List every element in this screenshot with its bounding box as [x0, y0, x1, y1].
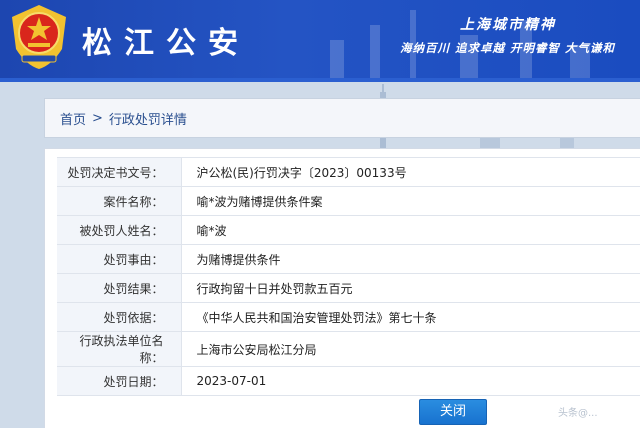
detail-label: 处罚事由： [57, 244, 182, 274]
detail-value: 《中华人民共和国治安管理处罚法》第七十条 [181, 302, 640, 332]
detail-row: 被处罚人姓名： 喻*波 [57, 215, 640, 245]
site-header: 松江公安 上海城市精神 海纳百川 追求卓越 开明睿智 大气谦和 [0, 0, 640, 82]
detail-value: 喻*波 [181, 215, 640, 245]
breadcrumb-home-link[interactable]: 首页 [60, 109, 86, 128]
detail-label: 处罚依据： [57, 302, 182, 332]
penalty-detail-table: 处罚决定书文号： 沪公松(民)行罚决字〔2023〕00133号 案件名称： 喻*波为赌… [57, 157, 640, 396]
breadcrumb-separator: > [92, 110, 103, 126]
detail-label: 处罚结果： [57, 273, 182, 303]
detail-row: 处罚依据： 《中华人民共和国治安管理处罚法》第七十条 [57, 302, 640, 332]
detail-value: 2023-07-01 [181, 366, 640, 396]
detail-label: 处罚决定书文号： [57, 157, 182, 187]
detail-value: 为赌博提供条件 [181, 244, 640, 274]
detail-value: 行政拘留十日并处罚款五百元 [181, 273, 640, 303]
detail-label: 案件名称： [57, 186, 182, 216]
detail-row: 行政执法单位名称： 上海市公安局松江分局 [57, 331, 640, 367]
detail-row: 处罚事由： 为赌博提供条件 [57, 244, 640, 274]
detail-label: 处罚日期： [57, 366, 182, 396]
detail-label: 行政执法单位名称： [57, 331, 182, 367]
breadcrumb-current: 行政处罚详情 [108, 112, 187, 128]
detail-value: 上海市公安局松江分局 [181, 331, 640, 367]
detail-row: 案件名称： 喻*波为赌博提供条件案 [57, 186, 640, 216]
detail-row: 处罚结果： 行政拘留十日并处罚款五百元 [57, 273, 640, 303]
penalty-detail-panel: 处罚决定书文号： 沪公松(民)行罚决字〔2023〕00133号 案件名称： 喻*波为赌… [44, 148, 640, 428]
close-button[interactable]: 关闭 [419, 399, 487, 425]
detail-row: 处罚日期： 2023-07-01 [57, 366, 640, 396]
detail-value: 沪公松(民)行罚决字〔2023〕00133号 [181, 157, 640, 187]
site-title: 松江公安 [82, 26, 250, 61]
city-spirit-label: 上海城市精神 [460, 17, 556, 33]
city-spirit-slogan: 海纳百川 追求卓越 开明睿智 大气谦和 [399, 41, 615, 55]
breadcrumb: 首页 > 行政处罚详情 [44, 98, 640, 138]
detail-row: 处罚决定书文号： 沪公松(民)行罚决字〔2023〕00133号 [57, 157, 640, 187]
police-emblem-icon [12, 5, 66, 69]
watermark: 头条@... [558, 408, 598, 419]
detail-value: 喻*波为赌博提供条件案 [181, 186, 640, 216]
detail-label: 被处罚人姓名： [57, 215, 182, 245]
